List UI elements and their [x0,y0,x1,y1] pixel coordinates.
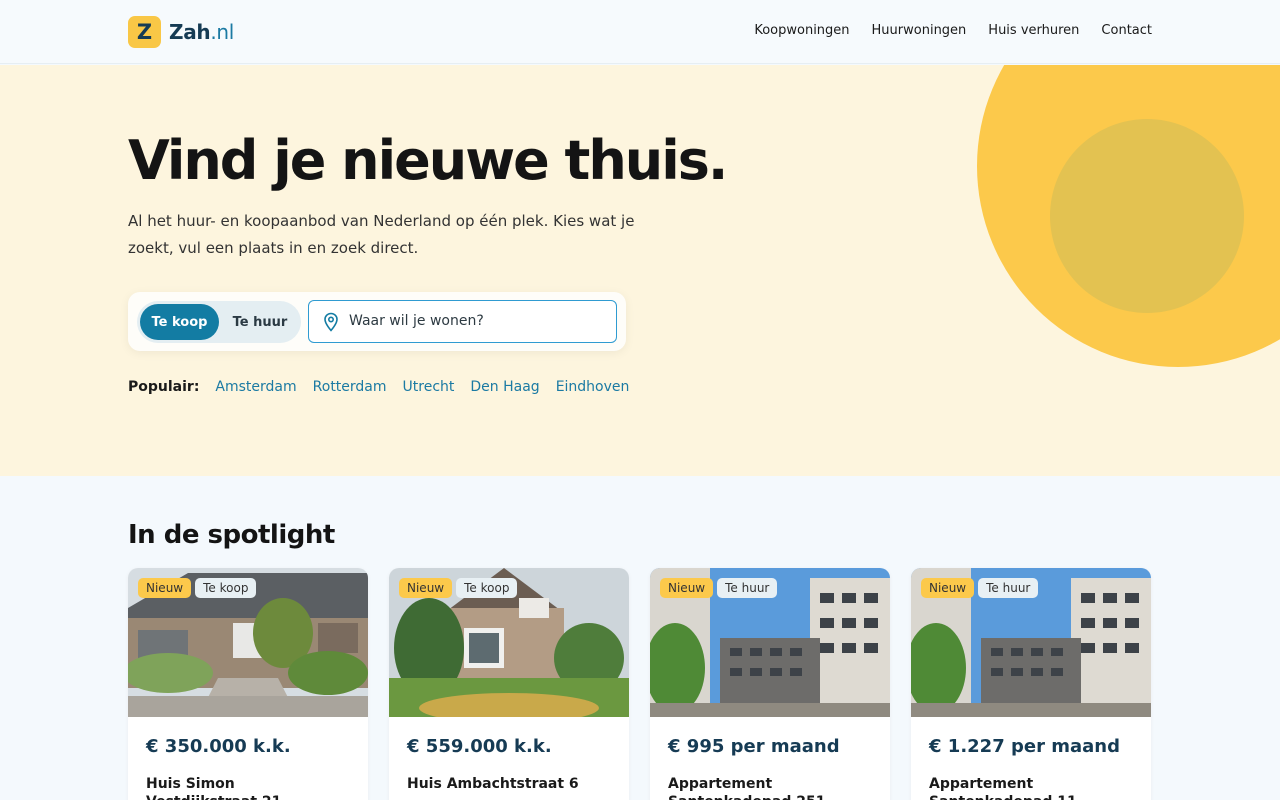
logo-tld: .nl [210,20,235,44]
logo-name: Zah [169,20,211,44]
nav-koopwoningen[interactable]: Koopwoningen [754,23,849,38]
tab-te-huur[interactable]: Te huur [223,304,297,340]
badge-type: Te huur [717,578,778,598]
listing-body: € 995 per maand Appartement Santenkadepa… [650,717,890,800]
hero-title-highlight: thuis [560,129,711,192]
listing-photo: Nieuw Te huur [911,568,1151,717]
listing-badges: Nieuw Te huur [660,578,778,598]
listing-price: € 1.227 per maand [929,736,1120,757]
logo-text: Zah.nl [169,20,234,44]
listing-badges: Nieuw Te koop [399,578,518,598]
listing-photo: Nieuw Te koop [389,568,629,717]
tab-te-koop[interactable]: Te koop [140,304,219,340]
listing-address: Huis Simon Vestdijkstraat 21 [146,776,281,800]
nav-contact[interactable]: Contact [1101,23,1152,38]
popular-cities: Populair: Amsterdam Rotterdam Utrecht De… [128,379,629,395]
badge-new: Nieuw [399,578,453,598]
site-header: Z Zah.nl Koopwoningen Huurwoningen Huis … [0,0,1280,64]
buy-rent-toggle: Te koop Te huur [137,301,301,343]
badge-type: Te koop [456,578,518,598]
badge-new: Nieuw [921,578,975,598]
nav-huurwoningen[interactable]: Huurwoningen [872,23,967,38]
map-pin-icon [324,312,338,332]
nav-huis-verhuren[interactable]: Huis verhuren [988,23,1079,38]
popular-label: Populair: [128,379,200,395]
badge-new: Nieuw [660,578,714,598]
listing-card[interactable]: Nieuw Te koop € 350.000 k.k. Huis Simon … [128,568,368,800]
popular-city-amsterdam[interactable]: Amsterdam [215,379,296,395]
badge-type: Te huur [978,578,1039,598]
popular-city-den-haag[interactable]: Den Haag [470,379,539,395]
main-nav: Koopwoningen Huurwoningen Huis verhuren … [754,23,1152,38]
location-field[interactable] [308,300,617,343]
listing-price: € 350.000 k.k. [146,736,291,757]
spotlight-title: In de spotlight [128,520,335,550]
listing-badges: Nieuw Te koop [138,578,257,598]
listing-address: Appartement Santenkadepad 251 [668,776,826,800]
logo-mark: Z [128,16,161,48]
location-input[interactable] [349,301,609,341]
hero-subtitle: Al het huur- en koopaanbod van Nederland… [128,212,635,257]
listing-badges: Nieuw Te huur [921,578,1039,598]
listing-photo: Nieuw Te huur [650,568,890,717]
hero-title-highlight-text: thuis [564,129,710,192]
listing-price: € 559.000 k.k. [407,736,552,757]
hero-title: Vind je nieuwe thuis. [128,129,728,192]
listing-card[interactable]: Nieuw Te huur € 995 per maand Appartemen… [650,568,890,800]
search-box: Te koop Te huur [128,292,626,351]
badge-new: Nieuw [138,578,192,598]
hero-title-pre: Vind je nieuwe [128,129,565,192]
listing-body: € 350.000 k.k. Huis Simon Vestdijkstraat… [128,717,368,800]
listing-card[interactable]: Nieuw Te koop € 559.000 k.k. Huis Ambach… [389,568,629,800]
badge-type: Te koop [195,578,257,598]
listing-body: € 1.227 per maand Appartement Santenkade… [911,717,1151,800]
popular-city-eindhoven[interactable]: Eindhoven [556,379,630,395]
logo[interactable]: Z Zah.nl [128,16,234,48]
popular-city-rotterdam[interactable]: Rotterdam [313,379,387,395]
hero-title-post: . [707,129,728,192]
listing-address: Huis Ambachtstraat 6 [407,776,579,792]
listing-price: € 995 per maand [668,736,840,757]
spotlight-cards: Nieuw Te koop € 350.000 k.k. Huis Simon … [128,568,1151,800]
popular-city-utrecht[interactable]: Utrecht [403,379,455,395]
listing-address: Appartement Santenkadepad 11 [929,776,1077,800]
hero-section: Vind je nieuwe thuis. Al het huur- en ko… [0,65,1280,476]
decorative-circle-small [1050,119,1244,313]
listing-body: € 559.000 k.k. Huis Ambachtstraat 6 [389,717,629,793]
listing-photo: Nieuw Te koop [128,568,368,717]
listing-card[interactable]: Nieuw Te huur € 1.227 per maand Appartem… [911,568,1151,800]
